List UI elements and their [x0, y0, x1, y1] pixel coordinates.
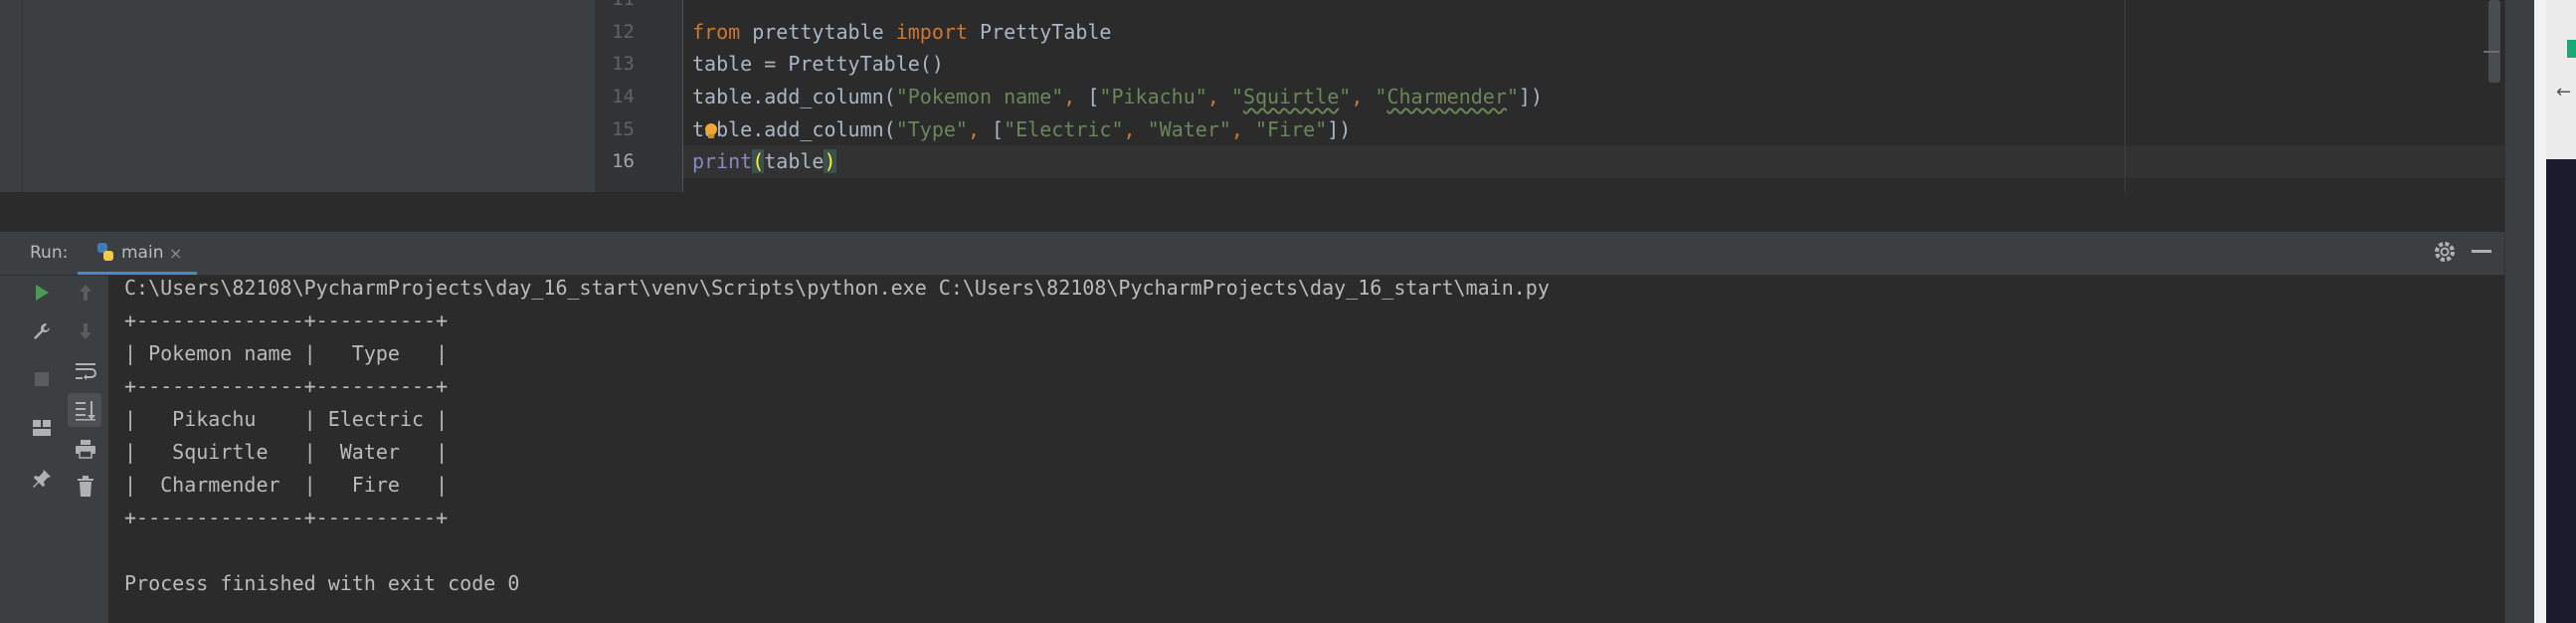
- comma-token: ,: [1063, 85, 1088, 108]
- lightbulb-icon[interactable]: [703, 122, 719, 140]
- editor-run-splitter[interactable]: [0, 192, 2504, 232]
- bracket-token: ]): [1518, 85, 1544, 108]
- rerun-icon[interactable]: [29, 280, 55, 306]
- line-number: 12: [612, 21, 635, 43]
- string-token: "Pikachu": [1099, 85, 1207, 108]
- bracket-token: ]): [1327, 117, 1352, 141]
- code-token: table: [764, 149, 825, 173]
- window-border: [2534, 0, 2546, 623]
- line-number: 11: [595, 0, 635, 16]
- code-line-16[interactable]: print(table): [692, 145, 836, 178]
- module-token: prettytable: [740, 20, 896, 44]
- string-token: "Type": [895, 117, 968, 141]
- typo-string-token: Charmender: [1386, 85, 1507, 108]
- console-vertical-scrollbar[interactable]: [2504, 0, 2535, 623]
- keyword-token: from: [692, 20, 741, 44]
- tab-main-label: main: [121, 243, 164, 263]
- console-line: Process finished with exit code 0: [124, 571, 520, 595]
- console-line: +--------------+----------+: [124, 374, 449, 398]
- down-arrow-icon[interactable]: [73, 318, 98, 344]
- typo-string-token: Squirtle: [1242, 85, 1340, 108]
- pin-icon[interactable]: [29, 466, 55, 492]
- comma-token: ,: [1230, 117, 1255, 141]
- run-label: Run:: [30, 243, 69, 263]
- python-icon: [94, 241, 116, 263]
- string-token: "Electric": [1004, 117, 1124, 141]
- bracket-token: [: [1087, 85, 1100, 108]
- code-line-12[interactable]: from prettytable import PrettyTable: [692, 16, 1111, 49]
- back-arrow-icon[interactable]: ←: [2556, 82, 2571, 103]
- layout-icon[interactable]: [29, 415, 55, 441]
- console-line: +--------------+----------+: [124, 506, 449, 529]
- line-number: 15: [612, 118, 635, 140]
- code-line-13[interactable]: table = PrettyTable(): [692, 48, 944, 81]
- string-token: "Water": [1147, 117, 1231, 141]
- editor-vertical-scrollbar[interactable]: [2488, 0, 2500, 83]
- console-line: +--------------+----------+: [124, 309, 449, 332]
- console-line: | Pikachu | Electric |: [124, 407, 449, 431]
- console-line: | Squirtle | Water |: [124, 440, 449, 464]
- line-number: 13: [612, 53, 635, 75]
- keyword-token: import: [895, 20, 968, 44]
- background-window-top: [2546, 0, 2576, 159]
- settings-icon[interactable]: [2432, 239, 2458, 265]
- wrench-icon[interactable]: [29, 318, 55, 344]
- scroll-to-end-icon[interactable]: [73, 397, 98, 423]
- soft-wrap-icon[interactable]: [73, 358, 98, 384]
- close-icon[interactable]: ×: [169, 232, 182, 275]
- matched-paren: (: [752, 149, 765, 173]
- string-quote: ": [1230, 85, 1243, 108]
- line-number-current: 16: [612, 150, 635, 172]
- string-quote: ": [1375, 85, 1387, 108]
- up-arrow-icon[interactable]: [73, 280, 98, 306]
- status-badge: [2567, 40, 2576, 58]
- comma-token: ,: [1123, 117, 1148, 141]
- right-margin-guide: [2124, 0, 2125, 192]
- comma-token: ,: [1206, 85, 1231, 108]
- code-line-14[interactable]: table.add_column("Pokemon name", ["Pikac…: [692, 81, 1543, 113]
- code-token: table = PrettyTable(): [692, 52, 944, 76]
- console-line: | Charmender | Fire |: [124, 473, 449, 497]
- current-line-highlight: [683, 145, 2504, 178]
- minimize-icon[interactable]: [2472, 250, 2491, 253]
- bracket-token: [: [992, 117, 1005, 141]
- string-quote: ": [1339, 85, 1352, 108]
- console-line: C:\Users\82108\PycharmProjects\day_16_st…: [124, 276, 1550, 300]
- trash-icon[interactable]: [73, 474, 98, 500]
- print-icon[interactable]: [73, 436, 98, 462]
- comma-token: ,: [1351, 85, 1376, 108]
- code-line-15[interactable]: table.add_column("Type", ["Electric", "W…: [692, 113, 1351, 146]
- line-number: 14: [612, 86, 635, 107]
- code-token: table.add_column(: [692, 85, 896, 108]
- string-quote: ": [1506, 85, 1519, 108]
- string-token: "Pokemon name": [895, 85, 1064, 108]
- editor-scroll-marker: [2484, 51, 2499, 53]
- run-panel-header: [0, 232, 2504, 276]
- builtin-token: print: [692, 149, 753, 173]
- code-token: table.add_column(: [692, 117, 896, 141]
- stop-icon[interactable]: [29, 366, 55, 392]
- comma-token: ,: [967, 117, 993, 141]
- class-token: PrettyTable: [967, 20, 1112, 44]
- matched-paren: ): [824, 149, 836, 173]
- string-token: "Fire": [1255, 117, 1328, 141]
- console-line: | Pokemon name | Type |: [124, 341, 449, 365]
